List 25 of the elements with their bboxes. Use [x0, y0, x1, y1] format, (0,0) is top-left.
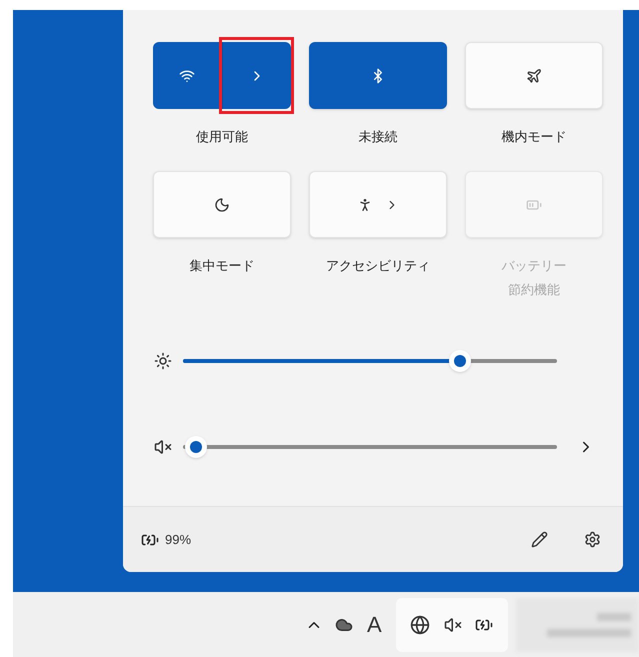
brightness-icon	[154, 352, 172, 370]
pencil-icon	[531, 531, 548, 548]
tile-label: バッテリー	[502, 257, 566, 275]
system-tray[interactable]	[396, 598, 508, 652]
input-indicator[interactable]: A	[367, 608, 382, 641]
toggle-tile[interactable]	[153, 171, 291, 238]
wifi-toggle-button[interactable]	[153, 42, 222, 109]
slider-thumb[interactable]	[448, 350, 471, 372]
toggle-tile[interactable]	[309, 42, 447, 109]
globe-icon	[410, 614, 430, 634]
airplane-icon	[526, 68, 542, 84]
settings-icon	[584, 531, 601, 548]
tile-label: 集中モード	[190, 257, 254, 275]
wifi-icon	[179, 68, 196, 84]
slider-thumb[interactable]	[185, 436, 207, 458]
tile-label: 使用可能	[196, 128, 248, 146]
tile-label: アクセシビリティ	[326, 257, 430, 275]
muted-speaker-icon	[444, 616, 462, 634]
tile-label: 未接続	[358, 128, 398, 146]
tile-label: 節約機能	[508, 281, 560, 299]
toggle-tile[interactable]	[309, 171, 447, 238]
toggle-tile[interactable]	[465, 42, 603, 109]
battery-percentage: 99%	[165, 530, 192, 549]
moon-icon	[214, 196, 230, 212]
tile-label: 機内モード	[502, 128, 566, 146]
